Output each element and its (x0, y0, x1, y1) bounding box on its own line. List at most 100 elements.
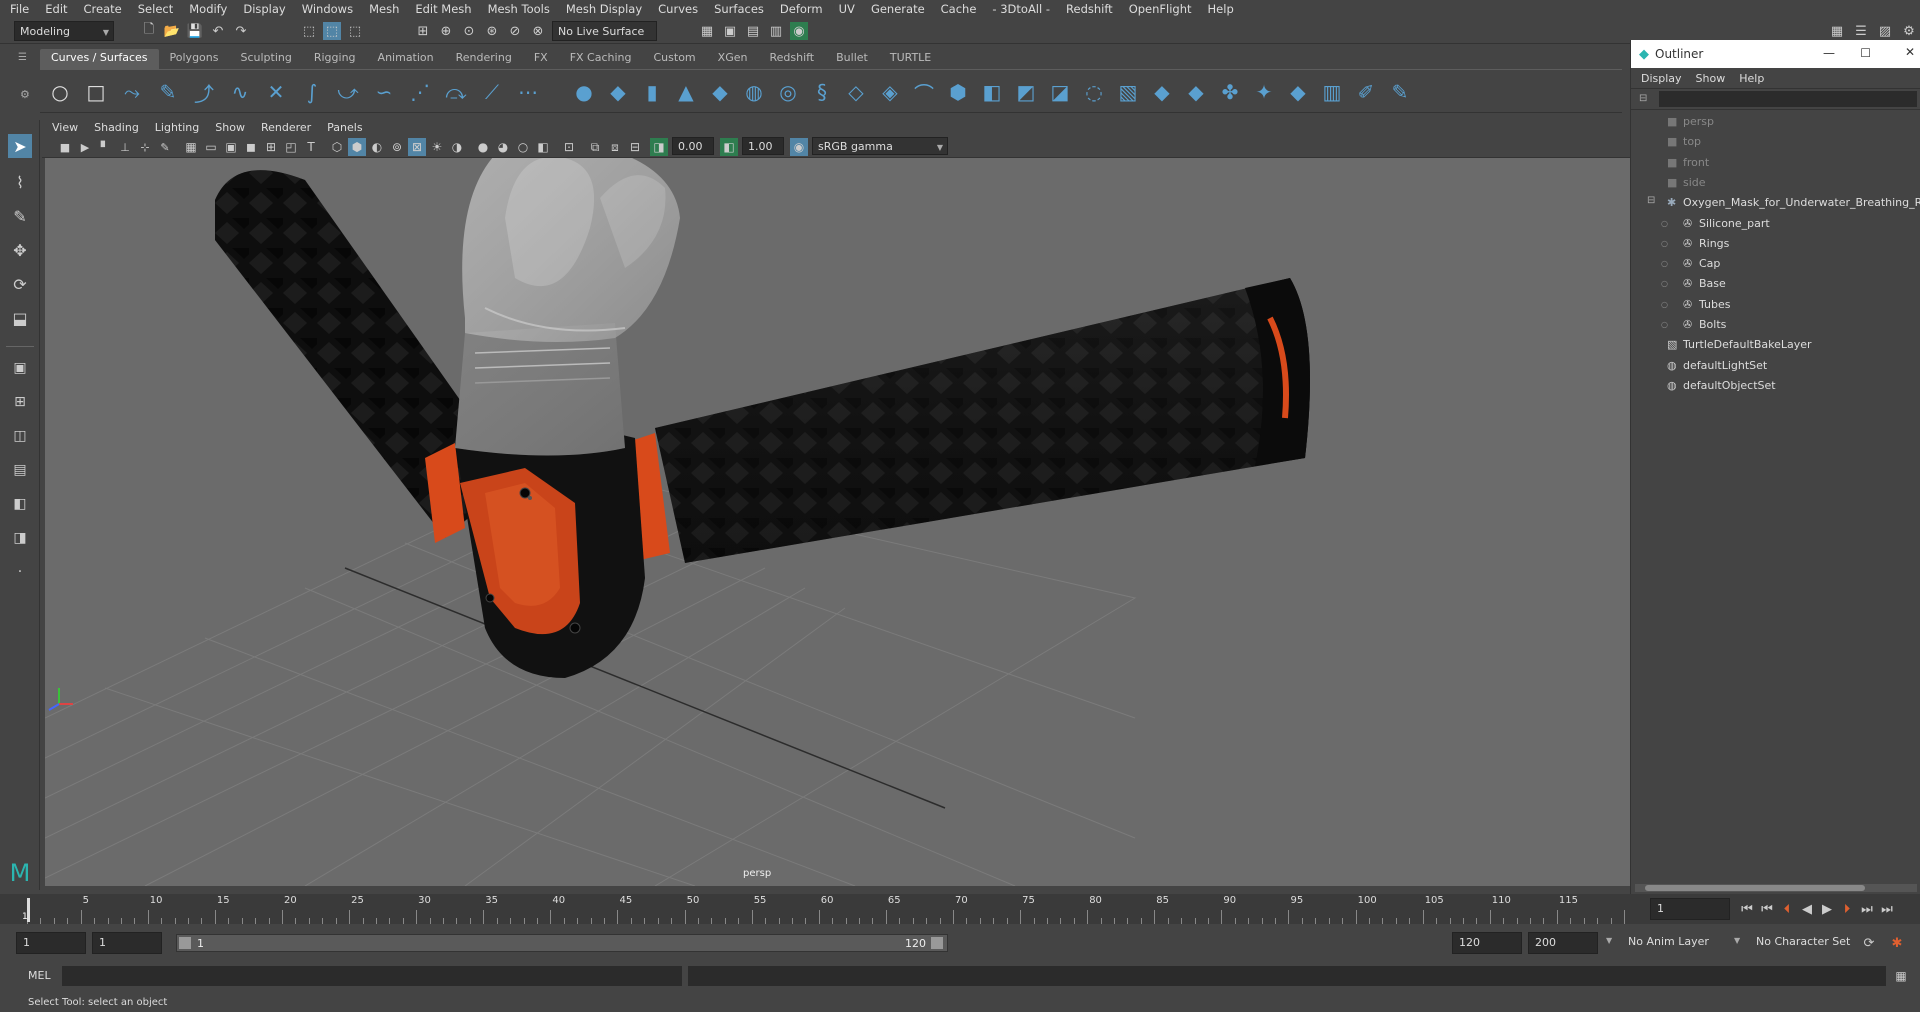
anti-alias-icon[interactable]: ○ (514, 138, 532, 156)
curve-tool-8-icon[interactable]: ⋯ (516, 80, 540, 104)
menu-edit-mesh[interactable]: Edit Mesh (415, 2, 471, 16)
safe-title-icon[interactable]: T (302, 138, 320, 156)
menu-display[interactable]: Display (243, 2, 285, 16)
fillet-icon[interactable]: ✎ (1388, 80, 1412, 104)
detach-icon[interactable]: ✤ (1218, 80, 1242, 104)
outliner-hscrollbar[interactable] (1635, 884, 1917, 892)
shelf-tab-curves-surfaces[interactable]: Curves / Surfaces (40, 49, 159, 69)
shelf-menu-icon[interactable]: ☰ (18, 52, 32, 66)
panel-menu-show[interactable]: Show (215, 121, 245, 134)
rebuild-icon[interactable]: ▥ (1320, 80, 1344, 104)
panel-menu-renderer[interactable]: Renderer (261, 121, 311, 134)
menu-help[interactable]: Help (1208, 2, 1234, 16)
pencil-curve-icon[interactable]: ⤴ (192, 80, 216, 106)
ipr-render-icon[interactable]: ▤ (744, 22, 762, 40)
menu-deform[interactable]: Deform (780, 2, 823, 16)
sculpt-icon[interactable]: ✐ (1354, 80, 1378, 104)
shelf-tab-bullet[interactable]: Bullet (825, 49, 879, 69)
new-scene-icon[interactable]: 🗋 (140, 22, 158, 40)
shelf-tab-redshift[interactable]: Redshift (758, 49, 825, 69)
outliner-item[interactable]: ○ ✇ Rings (1631, 234, 1920, 254)
color-space-dropdown[interactable]: sRGB gamma ▼ (812, 137, 948, 155)
curve-tool-5-icon[interactable]: ⋰ (408, 80, 432, 104)
shelf-tab-fx-caching[interactable]: FX Caching (559, 49, 643, 69)
menu--3dtoall-[interactable]: - 3DtoAll - (992, 2, 1050, 16)
square-surface-icon[interactable]: ◧ (980, 80, 1004, 104)
use-lights-icon[interactable]: ☀ (428, 138, 446, 156)
textured-icon[interactable]: ⊠ (408, 138, 426, 156)
anim-prefs-icon[interactable]: ✱ (1888, 934, 1906, 952)
shelf-tab-fx[interactable]: FX (523, 49, 559, 69)
filter-icon[interactable]: ⊟ (1639, 93, 1647, 104)
nurbs-cylinder-icon[interactable]: ▮ (640, 80, 664, 104)
smooth-shade-icon[interactable]: ⬢ (348, 138, 366, 156)
motion-blur-icon[interactable]: ◕ (494, 138, 512, 156)
settings-icon[interactable]: ⚙ (1900, 22, 1918, 40)
select-object-icon[interactable]: ⬚ (323, 22, 341, 40)
render-view-icon[interactable]: ▥ (767, 22, 785, 40)
film-gate-icon[interactable]: ▭ (202, 138, 220, 156)
mode-dropdown[interactable]: Modeling ▼ (14, 21, 114, 41)
shelf-tab-custom[interactable]: Custom (643, 49, 707, 69)
ep-curve-icon[interactable]: ✎ (156, 80, 180, 104)
step-back-key-icon[interactable]: ⏮ (1758, 900, 1776, 918)
exposure-icon[interactable]: ◨ (650, 138, 668, 156)
curve-tool-4-icon[interactable]: ∽ (372, 80, 396, 104)
curve-tool-1-icon[interactable]: ✕ (264, 80, 288, 104)
loft-icon[interactable]: § (810, 80, 834, 104)
menu-file[interactable]: File (10, 2, 29, 16)
play-forward-icon[interactable]: ▶ (1818, 900, 1836, 918)
xray-icon[interactable]: ⧉ (586, 138, 604, 156)
cv-curve-icon[interactable]: ⤳ (120, 80, 144, 104)
snap-view-icon[interactable]: ⊛ (483, 22, 501, 40)
outliner-item[interactable]: ○ ✇ Bolts (1631, 315, 1920, 335)
nurbs-sphere-icon[interactable]: ● (572, 80, 596, 104)
revolve-icon[interactable]: ◎ (776, 80, 800, 104)
shelf-tab-sculpting[interactable]: Sculpting (229, 49, 302, 69)
current-frame-field[interactable]: 1 (1650, 898, 1730, 920)
camera-attr-icon[interactable]: ▶ (76, 138, 94, 156)
step-back-frame-icon[interactable]: ⏴ (1778, 900, 1796, 918)
extrude-icon[interactable]: ◈ (878, 80, 902, 104)
shadows-icon[interactable]: ◑ (448, 138, 466, 156)
graph-layout-icon[interactable]: ◧ (8, 492, 32, 516)
outliner-item[interactable]: ○ ✇ Tubes (1631, 295, 1920, 315)
nurbs-cone-icon[interactable]: ▲ (674, 80, 698, 104)
curve-tool-6-icon[interactable]: ⤼ (444, 80, 468, 104)
outliner-item[interactable]: ■ side (1631, 173, 1920, 193)
image-plane-icon[interactable]: ⊥ (116, 138, 134, 156)
bevel-icon[interactable]: ◩ (1014, 80, 1038, 104)
custom-layout-icon[interactable]: · (8, 560, 32, 584)
paint-select-icon[interactable]: ✎ (8, 204, 32, 228)
end-time-field[interactable]: 200 (1528, 932, 1598, 954)
outliner-item[interactable]: ■ front (1631, 153, 1920, 173)
intersect-icon[interactable]: ◪ (1048, 80, 1072, 104)
menu-generate[interactable]: Generate (871, 2, 925, 16)
playback-end-field[interactable]: 120 (1452, 932, 1522, 954)
save-scene-icon[interactable]: 💾 (186, 22, 204, 40)
exposure-field[interactable]: 0.00 (672, 137, 714, 155)
outliner-item[interactable]: ○ ✇ Base (1631, 274, 1920, 294)
range-end-handle[interactable] (931, 937, 943, 949)
outliner-item[interactable]: ■ persp (1631, 112, 1920, 132)
move-tool-icon[interactable]: ✥ (8, 238, 32, 262)
menu-cache[interactable]: Cache (941, 2, 977, 16)
command-language-label[interactable]: MEL (28, 969, 51, 982)
menu-mesh-display[interactable]: Mesh Display (566, 2, 642, 16)
anim-layer-dropdown[interactable]: No Anim Layer (1622, 932, 1730, 954)
shelf-tab-polygons[interactable]: Polygons (159, 49, 230, 69)
xray-components-icon[interactable]: ⊟ (626, 138, 644, 156)
menu-mesh-tools[interactable]: Mesh Tools (488, 2, 550, 16)
auto-key-icon[interactable]: ⟳ (1860, 934, 1878, 952)
select-hierarchy-icon[interactable]: ⬚ (300, 22, 318, 40)
curve-tool-2-icon[interactable]: ∫ (300, 80, 324, 104)
resolution-gate-icon[interactable]: ▣ (222, 138, 240, 156)
start-time-field[interactable]: 1 (16, 932, 86, 954)
dof-icon[interactable]: ◧ (534, 138, 552, 156)
nurbs-torus-icon[interactable]: ◍ (742, 80, 766, 104)
play-backward-icon[interactable]: ◀ (1798, 900, 1816, 918)
outliner-item[interactable]: ◍ defaultLightSet (1631, 356, 1920, 376)
curve-tool-7-icon[interactable]: ⟋ (480, 80, 504, 104)
redo-icon[interactable]: ↷ (232, 22, 250, 40)
script-editor-icon[interactable]: ▦ (1892, 967, 1910, 985)
